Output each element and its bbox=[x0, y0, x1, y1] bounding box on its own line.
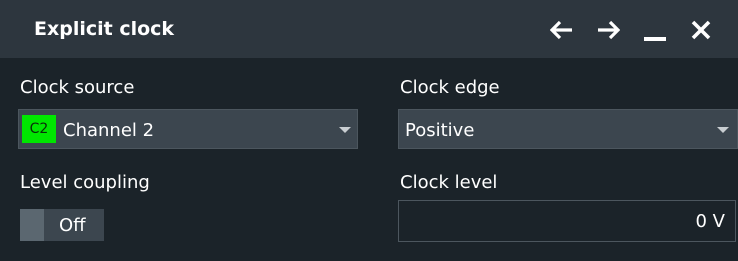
minimize-icon bbox=[644, 37, 666, 41]
minimize-button[interactable] bbox=[638, 14, 672, 46]
left-arrow-icon bbox=[550, 20, 572, 40]
back-button[interactable] bbox=[545, 14, 579, 46]
clock-source-select[interactable]: C2 Channel 2 bbox=[18, 109, 358, 149]
channel-chip: C2 bbox=[22, 115, 56, 143]
toggle-knob bbox=[20, 209, 44, 241]
toggle-state: Off bbox=[59, 215, 86, 236]
clock-level-field[interactable]: 0 V bbox=[398, 200, 736, 242]
clock-edge-value: Positive bbox=[405, 120, 475, 141]
clock-level-label: Clock level bbox=[400, 172, 498, 193]
forward-button[interactable] bbox=[591, 14, 625, 46]
level-coupling-toggle[interactable]: Off bbox=[20, 209, 104, 241]
close-button[interactable] bbox=[684, 14, 718, 46]
title-bar: Explicit clock bbox=[0, 0, 738, 58]
clock-source-label: Clock source bbox=[20, 77, 135, 98]
chevron-down-icon bbox=[339, 127, 351, 133]
clock-level-value: 0 V bbox=[695, 211, 726, 232]
dialog-title: Explicit clock bbox=[34, 18, 175, 40]
clock-edge-label: Clock edge bbox=[400, 77, 500, 98]
chevron-down-icon bbox=[717, 127, 729, 133]
explicit-clock-dialog: Explicit clock Clock source C2 Channel 2… bbox=[0, 0, 738, 261]
level-coupling-label: Level coupling bbox=[20, 172, 150, 193]
close-icon bbox=[691, 20, 711, 40]
clock-source-value: Channel 2 bbox=[63, 120, 155, 141]
right-arrow-icon bbox=[598, 20, 620, 40]
clock-edge-select[interactable]: Positive bbox=[398, 109, 738, 149]
